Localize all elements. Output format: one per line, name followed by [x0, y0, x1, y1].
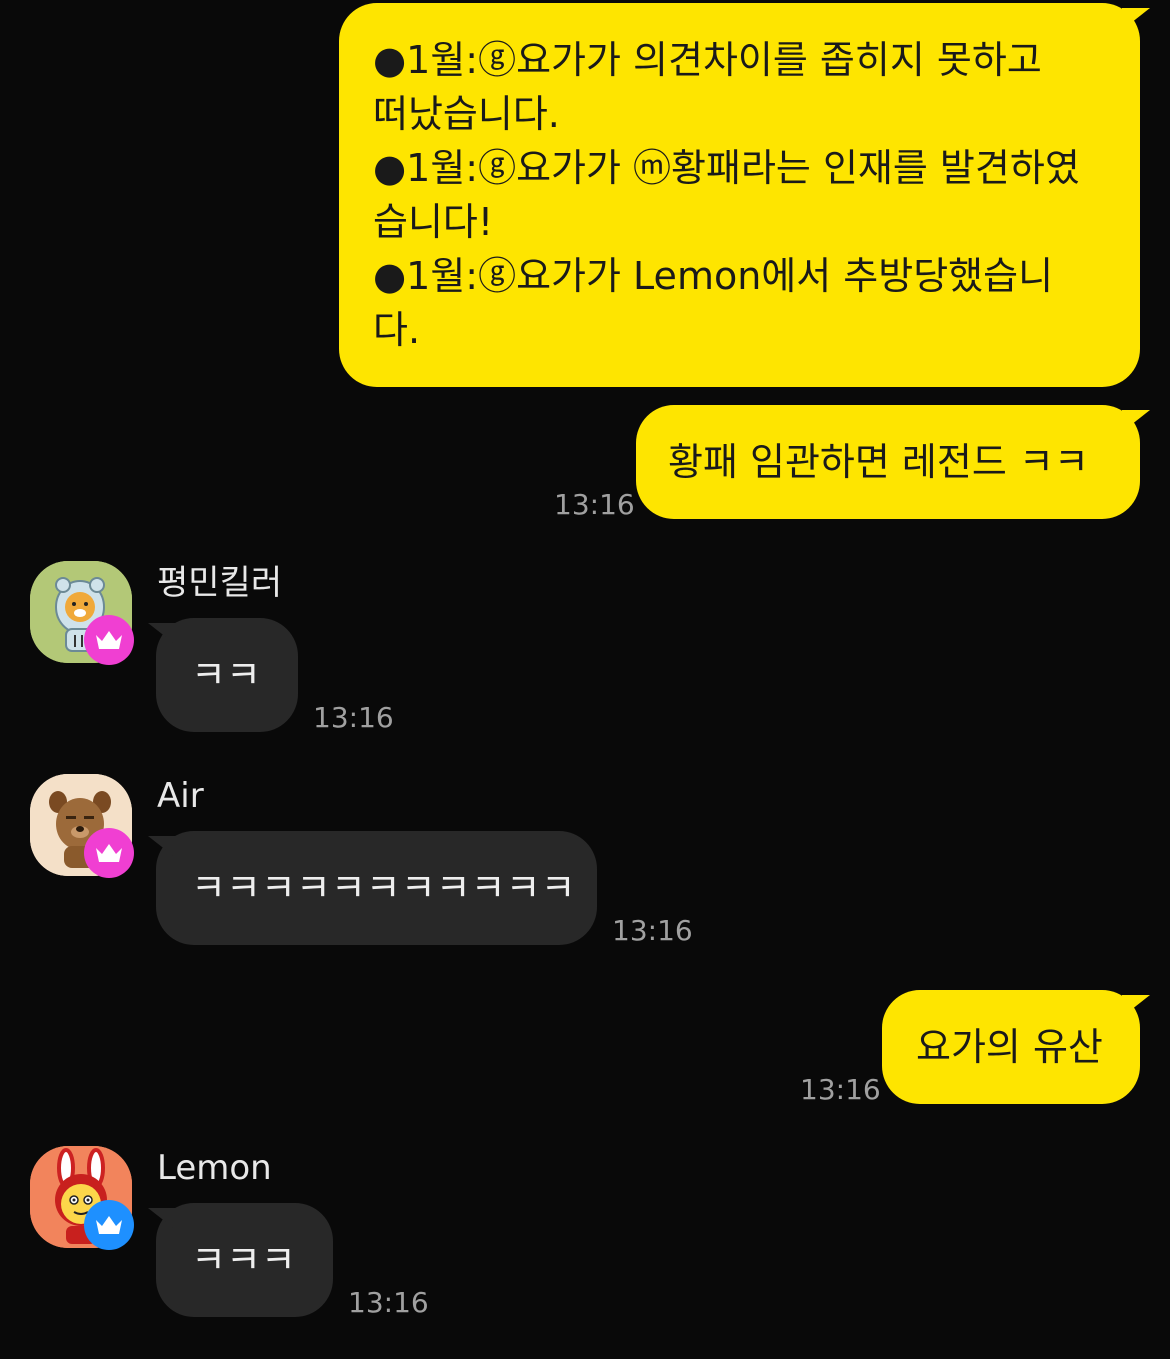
message-text: ㅋㅋ	[191, 653, 261, 697]
crown-pink-icon	[84, 828, 134, 878]
message-time: 13:16	[348, 1286, 429, 1319]
crown-pink-icon	[84, 615, 134, 665]
message-time: 13:16	[800, 1073, 881, 1106]
message-time: 13:16	[612, 914, 693, 947]
message-time: 13:16	[554, 488, 635, 521]
outgoing-message-bubble[interactable]: ●1월:ⓖ요가가 의견차이를 좁히지 못하고 떠났습니다. ●1월:ⓖ요가가 ⓜ…	[339, 3, 1140, 387]
message-text: ●1월:ⓖ요가가 의견차이를 좁히지 못하고 떠났습니다. ●1월:ⓖ요가가 ⓜ…	[373, 38, 1080, 352]
message-text: ㅋㅋㅋㅋㅋㅋㅋㅋㅋㅋㅋ	[191, 866, 576, 910]
outgoing-message-bubble[interactable]: 요가의 유산	[882, 990, 1140, 1104]
message-text: 황패 임관하면 레전드 ㅋㅋ	[668, 440, 1089, 484]
incoming-message-bubble[interactable]: ㅋㅋㅋㅋㅋㅋㅋㅋㅋㅋㅋ	[156, 831, 597, 945]
incoming-message-bubble[interactable]: ㅋㅋㅋ	[156, 1203, 333, 1317]
sender-name: Lemon	[157, 1148, 272, 1188]
message-time: 13:16	[313, 701, 394, 734]
message-text: ㅋㅋㅋ	[191, 1238, 296, 1282]
message-text: 요가의 유산	[916, 1025, 1103, 1069]
outgoing-message-bubble[interactable]: 황패 임관하면 레전드 ㅋㅋ	[636, 405, 1140, 519]
sender-name: Air	[157, 776, 204, 816]
crown-blue-icon	[84, 1200, 134, 1250]
sender-name: 평민킬러	[157, 563, 283, 603]
incoming-message-bubble[interactable]: ㅋㅋ	[156, 618, 298, 732]
